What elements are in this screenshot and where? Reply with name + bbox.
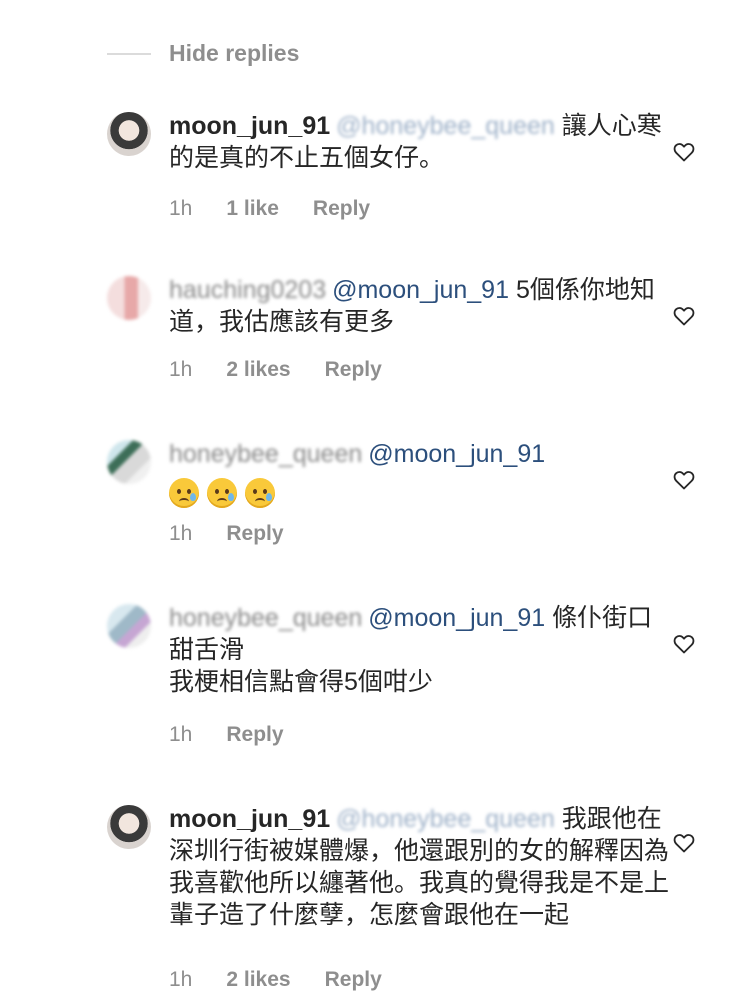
comment-text: honeybee_queen @moon_jun_91: [169, 438, 669, 509]
reply-button[interactable]: Reply: [325, 358, 382, 382]
comment-time: 1h: [169, 197, 193, 220]
comment-time: 1h: [169, 522, 193, 545]
comment-item: moon_jun_91 @honeybee_queen 讓人心寒的是真的不止五個女…: [107, 112, 707, 222]
comment-body-line2: 我梗相信點會得5個咁少: [169, 668, 433, 696]
comment-meta: 1h Reply: [169, 522, 318, 546]
crying-face-icon: [169, 478, 199, 509]
comment-username[interactable]: hauching0203: [169, 276, 326, 304]
comment-meta: 1h 1 like Reply: [169, 197, 404, 221]
comment-username[interactable]: honeybee_queen: [169, 440, 362, 468]
heart-outline-icon[interactable]: [672, 632, 696, 656]
comment-mention[interactable]: @honeybee_queen: [336, 112, 555, 140]
heart-outline-icon[interactable]: [672, 304, 696, 328]
comment-text: honeybee_queen @moon_jun_91 條仆街口甜舌滑 我梗相信點…: [169, 602, 669, 698]
comment-time: 1h: [169, 968, 193, 991]
comment-text: hauching0203 @moon_jun_91 5個係你地知道，我估應該有更多: [169, 274, 669, 338]
comment-text: moon_jun_91 @honeybee_queen 讓人心寒的是真的不止五個女…: [169, 110, 669, 174]
heart-outline-icon[interactable]: [672, 831, 696, 855]
comment-item: honeybee_queen @moon_jun_91 1h Reply: [107, 440, 707, 550]
comment-item: hauching0203 @moon_jun_91 5個係你地知道，我估應該有更多…: [107, 276, 707, 386]
hide-replies-divider: [107, 52, 151, 55]
comment-meta: 1h Reply: [169, 723, 318, 747]
hide-replies-toggle[interactable]: Hide replies: [107, 40, 299, 67]
crying-face-icon: [245, 478, 275, 509]
reply-button[interactable]: Reply: [313, 197, 370, 221]
reply-button[interactable]: Reply: [226, 723, 283, 747]
comment-username[interactable]: moon_jun_91: [169, 805, 330, 833]
comment-username[interactable]: honeybee_queen: [169, 604, 362, 632]
heart-outline-icon[interactable]: [672, 468, 696, 492]
avatar[interactable]: [107, 276, 151, 320]
comment-item: moon_jun_91 @honeybee_queen 我跟他在深圳行街被媒體爆，…: [107, 805, 707, 995]
comment-username[interactable]: moon_jun_91: [169, 112, 330, 140]
crying-face-icon: [207, 478, 237, 509]
reply-button[interactable]: Reply: [226, 522, 283, 546]
comment-mention[interactable]: @moon_jun_91: [368, 440, 545, 468]
comment-time: 1h: [169, 723, 193, 746]
comment-mention[interactable]: @moon_jun_91: [368, 604, 545, 632]
heart-outline-icon[interactable]: [672, 140, 696, 164]
comment-text: moon_jun_91 @honeybee_queen 我跟他在深圳行街被媒體爆，…: [169, 803, 669, 931]
emoji-row: [169, 476, 669, 509]
hide-replies-label: Hide replies: [169, 40, 300, 66]
comment-likes[interactable]: 2 likes: [226, 968, 290, 992]
comment-likes[interactable]: 1 like: [226, 197, 279, 221]
comment-likes[interactable]: 2 likes: [226, 358, 290, 382]
avatar[interactable]: [107, 805, 151, 849]
avatar[interactable]: [107, 440, 151, 484]
avatar[interactable]: [107, 112, 151, 156]
reply-button[interactable]: Reply: [325, 968, 382, 992]
avatar[interactable]: [107, 604, 151, 648]
comment-meta: 1h 2 likes Reply: [169, 358, 416, 382]
comment-meta: 1h 2 likes Reply: [169, 968, 416, 992]
comment-mention[interactable]: @moon_jun_91: [332, 276, 509, 304]
comment-time: 1h: [169, 358, 193, 381]
comment-item: honeybee_queen @moon_jun_91 條仆街口甜舌滑 我梗相信點…: [107, 604, 707, 754]
comment-mention[interactable]: @honeybee_queen: [336, 805, 555, 833]
